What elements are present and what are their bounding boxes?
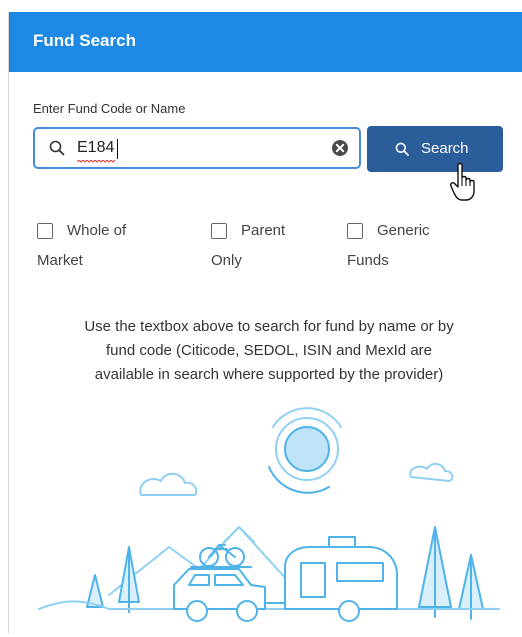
hand-cursor-icon xyxy=(449,162,479,202)
help-text-line: available in search where supported by t… xyxy=(94,366,444,383)
parent-only-label: Parent xyxy=(241,222,286,239)
panel-header: Fund Search xyxy=(9,12,522,72)
help-text: Use the textbox above to search for fund… xyxy=(29,315,509,387)
search-button-label: Search xyxy=(421,140,469,157)
fund-search-input[interactable] xyxy=(77,137,317,159)
generic-funds-label: Generic xyxy=(377,222,430,239)
parent-only-label-line2: Only xyxy=(211,252,242,269)
search-icon xyxy=(49,140,65,156)
spellcheck-underline xyxy=(77,160,115,163)
fund-search-panel: Fund Search Enter Fund Code or Name E184… xyxy=(8,12,522,633)
generic-funds-checkbox[interactable] xyxy=(347,223,363,239)
search-button[interactable]: Search xyxy=(367,126,503,172)
help-text-line: fund code (Citicode, SEDOL, ISIN and Mex… xyxy=(106,342,432,359)
search-box[interactable] xyxy=(33,127,361,169)
whole-of-market-label: Whole of xyxy=(67,222,127,239)
help-text-line: Use the textbox above to search for fund… xyxy=(84,318,454,335)
whole-of-market-checkbox[interactable] xyxy=(37,223,53,239)
panel-title: Fund Search xyxy=(33,31,136,50)
generic-funds-label-line2: Funds xyxy=(347,252,389,269)
parent-only-checkbox[interactable] xyxy=(211,223,227,239)
camping-illustration xyxy=(38,407,500,622)
fund-code-label: Enter Fund Code or Name xyxy=(33,101,186,116)
text-caret xyxy=(117,139,118,159)
search-button-icon xyxy=(395,142,409,156)
whole-of-market-label-line2: Market xyxy=(37,252,83,269)
clear-icon[interactable] xyxy=(331,139,349,157)
